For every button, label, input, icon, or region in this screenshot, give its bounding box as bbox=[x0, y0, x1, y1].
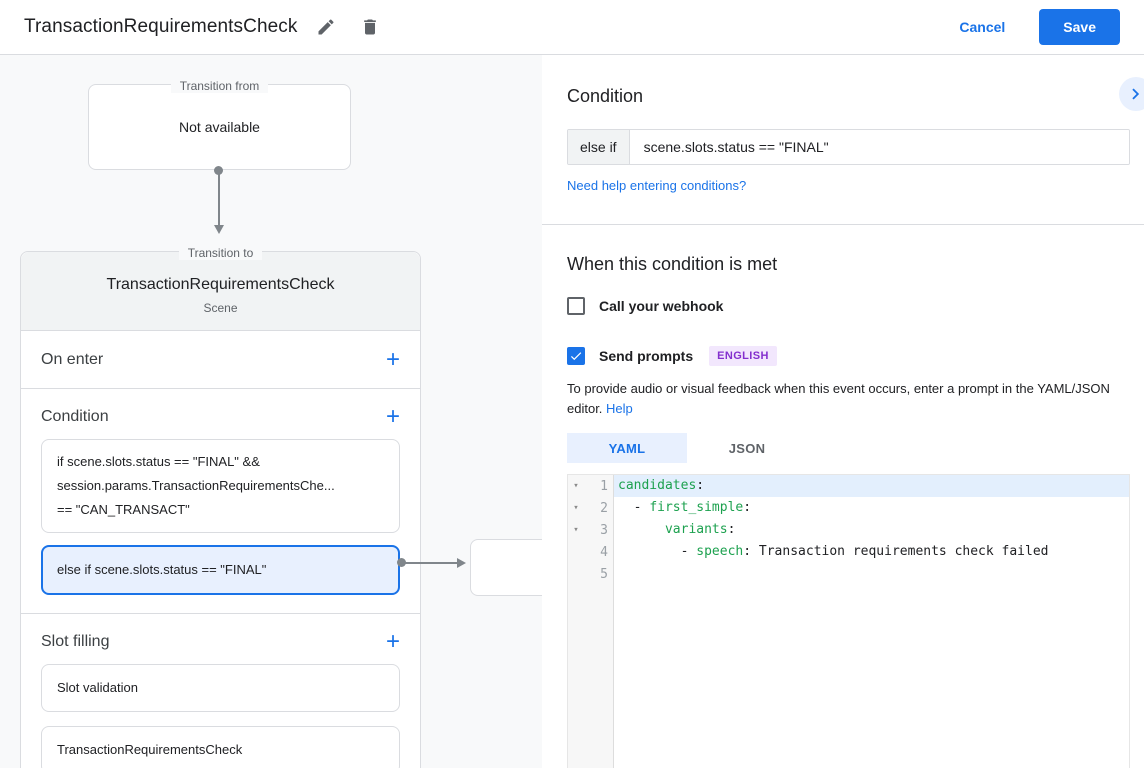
editor-code-line[interactable]: - first_simple: bbox=[614, 497, 1129, 519]
editor-code[interactable]: candidates: - first_simple: variants: - … bbox=[614, 475, 1129, 768]
add-condition-button[interactable]: + bbox=[386, 407, 400, 427]
connector-line-vertical bbox=[218, 171, 220, 226]
panel-title: Condition bbox=[567, 86, 1130, 107]
save-button[interactable]: Save bbox=[1039, 9, 1120, 45]
slot-filling-section: Slot filling + Slot validation Transacti… bbox=[21, 614, 420, 768]
prompt-description-text: To provide audio or visual feedback when… bbox=[567, 381, 1110, 416]
transition-target-node[interactable] bbox=[470, 539, 542, 596]
add-slot-button[interactable]: + bbox=[386, 632, 400, 652]
scene-type-label: Scene bbox=[21, 301, 420, 315]
editor-code-line[interactable]: variants: bbox=[614, 519, 1129, 541]
slot-filling-label: Slot filling bbox=[41, 633, 386, 651]
condition-elseif-text: else if scene.slots.status == "FINAL" bbox=[57, 560, 384, 580]
conditions-help-link[interactable]: Need help entering conditions? bbox=[567, 178, 746, 193]
prompt-description: To provide audio or visual feedback when… bbox=[567, 379, 1130, 419]
transition-from-node[interactable]: Transition from Not available bbox=[88, 84, 351, 170]
chevron-right-icon bbox=[1125, 83, 1144, 105]
condition-item-elseif-selected[interactable]: else if scene.slots.status == "FINAL" bbox=[41, 545, 400, 595]
condition-prefix-label: else if bbox=[568, 130, 630, 164]
editor-gutter-line[interactable]: 4 bbox=[568, 541, 613, 563]
slot-item-validation[interactable]: Slot validation bbox=[41, 664, 400, 712]
condition-section: Condition + if scene.slots.status == "FI… bbox=[21, 389, 420, 614]
fold-arrow-icon[interactable]: ▾ bbox=[568, 481, 584, 491]
condition-if-line2: session.params.TransactionRequirementsCh… bbox=[57, 474, 384, 498]
editor-code-line[interactable]: candidates: bbox=[614, 475, 1129, 497]
editor-gutter-line[interactable]: ▾1 bbox=[568, 475, 613, 497]
pencil-icon bbox=[316, 17, 336, 37]
scene-card-header[interactable]: TransactionRequirementsCheck Scene bbox=[21, 252, 420, 331]
scene-name: TransactionRequirementsCheck bbox=[21, 276, 420, 294]
fold-arrow-icon[interactable]: ▾ bbox=[568, 503, 584, 513]
edit-title-button[interactable] bbox=[310, 11, 342, 43]
send-prompts-checkbox[interactable] bbox=[567, 347, 585, 365]
checkmark-icon bbox=[569, 349, 583, 363]
add-on-enter-button[interactable]: + bbox=[386, 350, 400, 370]
condition-if-line3: == "CAN_TRANSACT" bbox=[57, 498, 384, 522]
webhook-option-row: Call your webhook bbox=[567, 297, 1130, 315]
webhook-checkbox[interactable] bbox=[567, 297, 585, 315]
tab-yaml[interactable]: YAML bbox=[567, 433, 687, 463]
condition-if-line1: if scene.slots.status == "FINAL" && bbox=[57, 450, 384, 474]
top-bar: TransactionRequirementsCheck Cancel Save bbox=[0, 0, 1144, 55]
when-condition-met-title: When this condition is met bbox=[567, 254, 1130, 275]
arrow-right-icon bbox=[457, 558, 466, 568]
transition-from-legend: Transition from bbox=[89, 77, 350, 95]
panel-divider bbox=[542, 224, 1144, 225]
cancel-button[interactable]: Cancel bbox=[959, 19, 1005, 35]
elseif-connector-line bbox=[402, 562, 457, 564]
on-enter-row[interactable]: On enter + bbox=[21, 331, 420, 389]
tab-json[interactable]: JSON bbox=[687, 433, 807, 463]
on-enter-label: On enter bbox=[41, 351, 386, 369]
editor-code-line[interactable]: - speech: Transaction requirements check… bbox=[614, 541, 1129, 563]
condition-section-label: Condition bbox=[41, 408, 386, 426]
slot-item-transaction-check[interactable]: TransactionRequirementsCheck bbox=[41, 726, 400, 768]
condition-expression-input[interactable] bbox=[630, 130, 1129, 164]
fold-arrow-icon[interactable]: ▾ bbox=[568, 525, 584, 535]
prompts-option-row: Send prompts ENGLISH bbox=[567, 346, 1130, 366]
webhook-label: Call your webhook bbox=[599, 298, 723, 314]
arrow-down-icon bbox=[214, 225, 224, 234]
editor-gutter-line[interactable]: ▾3 bbox=[568, 519, 613, 541]
transition-to-card: Transition to TransactionRequirementsChe… bbox=[20, 251, 421, 768]
language-badge: ENGLISH bbox=[709, 346, 777, 366]
editor-gutter-line[interactable]: ▾2 bbox=[568, 497, 613, 519]
editor-gutter-line[interactable]: 5 bbox=[568, 563, 613, 585]
scene-flow-canvas: Transition from Not available Transition… bbox=[0, 55, 542, 768]
delete-scene-button[interactable] bbox=[354, 11, 386, 43]
condition-detail-panel: Condition else if Need help entering con… bbox=[542, 55, 1144, 768]
editor-code-line[interactable] bbox=[614, 563, 1129, 585]
yaml-code-editor[interactable]: ▾1▾2▾345 candidates: - first_simple: var… bbox=[567, 474, 1130, 768]
send-prompts-label: Send prompts bbox=[599, 348, 693, 364]
trash-icon bbox=[360, 17, 380, 37]
condition-input-group: else if bbox=[567, 129, 1130, 165]
editor-gutter: ▾1▾2▾345 bbox=[568, 475, 614, 768]
condition-item-if[interactable]: if scene.slots.status == "FINAL" && sess… bbox=[41, 439, 400, 533]
prompt-help-link[interactable]: Help bbox=[606, 401, 633, 416]
editor-format-tabs: YAML JSON bbox=[567, 433, 1130, 463]
page-title: TransactionRequirementsCheck bbox=[24, 16, 298, 38]
transition-from-value: Not available bbox=[179, 119, 260, 135]
